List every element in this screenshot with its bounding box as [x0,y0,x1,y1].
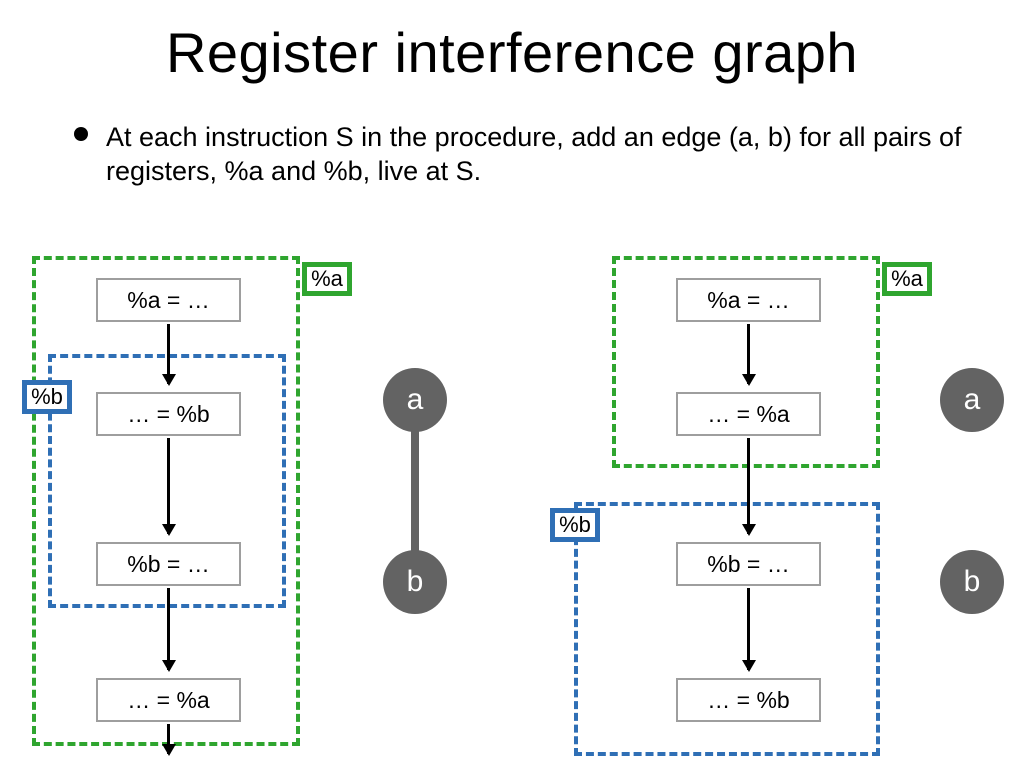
left-instr-1: %a = … [96,278,241,322]
right-arrow-3 [747,588,750,670]
left-arrow-3 [167,588,170,670]
right-graph-node-a: a [940,368,1004,432]
left-tag-a: %a [302,262,352,296]
right-tag-b: %b [550,508,600,542]
bullet-dot-icon [74,127,88,141]
right-instr-1: %a = … [676,278,821,322]
left-arrow-4 [167,724,170,754]
diagram-stage: %a %b %a = … … = %b %b = … … = %a a b %a… [0,250,1024,768]
right-instr-4: … = %b [676,678,821,722]
left-tag-b: %b [22,380,72,414]
left-graph-node-b: b [383,550,447,614]
left-instr-3: %b = … [96,542,241,586]
left-graph-node-a: a [383,368,447,432]
left-graph-edge [411,420,419,560]
left-instr-4: … = %a [96,678,241,722]
right-instr-3: %b = … [676,542,821,586]
bullet-text: At each instruction S in the procedure, … [106,121,964,189]
left-arrow-2 [167,438,170,534]
right-tag-a: %a [882,262,932,296]
bullet-item: At each instruction S in the procedure, … [74,121,964,189]
right-arrow-2 [747,438,750,534]
right-instr-2: … = %a [676,392,821,436]
left-instr-2: … = %b [96,392,241,436]
left-arrow-1 [167,324,170,384]
right-arrow-1 [747,324,750,384]
right-graph-node-b: b [940,550,1004,614]
slide-title: Register interference graph [0,0,1024,85]
